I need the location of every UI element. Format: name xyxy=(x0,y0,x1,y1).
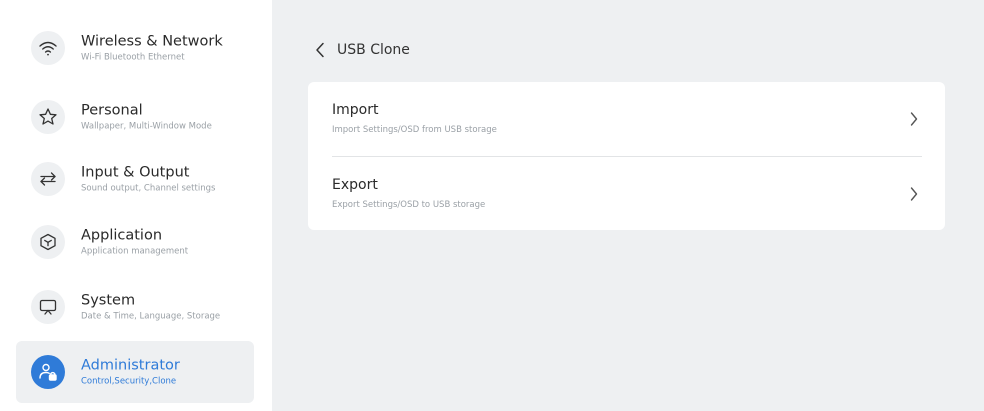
import-row[interactable]: Import Import Settings/OSD from USB stor… xyxy=(308,82,945,156)
row-subtitle: Export Settings/OSD to USB storage xyxy=(332,200,486,210)
chevron-left-icon xyxy=(316,42,324,58)
export-row[interactable]: Export Export Settings/OSD to USB storag… xyxy=(308,157,945,231)
row-subtitle: Import Settings/OSD from USB storage xyxy=(332,125,497,135)
back-button[interactable] xyxy=(312,38,328,62)
sidebar-item-subtitle: Date & Time, Language, Storage xyxy=(81,311,221,322)
sidebar-item-subtitle: Wallpaper, Multi-Window Mode xyxy=(81,121,212,132)
sidebar-item-input-output[interactable]: Input & Output Sound output, Channel set… xyxy=(16,148,254,210)
main-content: USB Clone Import Import Settings/OSD fro… xyxy=(272,0,984,411)
sidebar-item-system[interactable]: System Date & Time, Language, Storage xyxy=(16,276,254,338)
usb-clone-options-card: Import Import Settings/OSD from USB stor… xyxy=(308,82,945,230)
page-header: USB Clone xyxy=(312,38,410,62)
monitor-icon xyxy=(31,290,65,324)
sidebar-item-subtitle: Control,Security,Clone xyxy=(81,376,177,387)
sidebar-item-subtitle: Application management xyxy=(81,246,189,257)
sidebar-item-subtitle: Wi-Fi Bluetooth Ethernet xyxy=(81,52,185,63)
chevron-right-icon xyxy=(910,112,918,126)
sidebar-item-title: System xyxy=(81,292,136,309)
settings-screen: Wireless & Network Wi-Fi Bluetooth Ether… xyxy=(0,0,984,411)
wifi-icon xyxy=(31,31,65,65)
sidebar-item-subtitle: Sound output, Channel settings xyxy=(81,183,216,194)
swap-arrows-icon xyxy=(31,162,65,196)
sidebar-item-personal[interactable]: Personal Wallpaper, Multi-Window Mode xyxy=(16,86,254,148)
sidebar-item-administrator[interactable]: Administrator Control,Security,Clone xyxy=(16,341,254,403)
cube-icon xyxy=(31,225,65,259)
row-title: Import xyxy=(332,102,379,118)
page-title: USB Clone xyxy=(337,42,410,58)
sidebar-item-title: Personal xyxy=(81,102,143,119)
admin-user-lock-icon xyxy=(31,355,65,389)
sidebar-item-title: Wireless & Network xyxy=(81,33,223,50)
sidebar-item-title: Application xyxy=(81,227,163,244)
sidebar-item-title: Input & Output xyxy=(81,164,190,181)
chevron-right-icon xyxy=(910,187,918,201)
row-title: Export xyxy=(332,177,378,193)
sidebar-item-title: Administrator xyxy=(81,357,180,374)
sidebar-item-application[interactable]: Application Application management xyxy=(16,211,254,273)
sidebar-item-wireless-network[interactable]: Wireless & Network Wi-Fi Bluetooth Ether… xyxy=(16,17,254,79)
sidebar: Wireless & Network Wi-Fi Bluetooth Ether… xyxy=(0,0,272,411)
star-icon xyxy=(31,100,65,134)
